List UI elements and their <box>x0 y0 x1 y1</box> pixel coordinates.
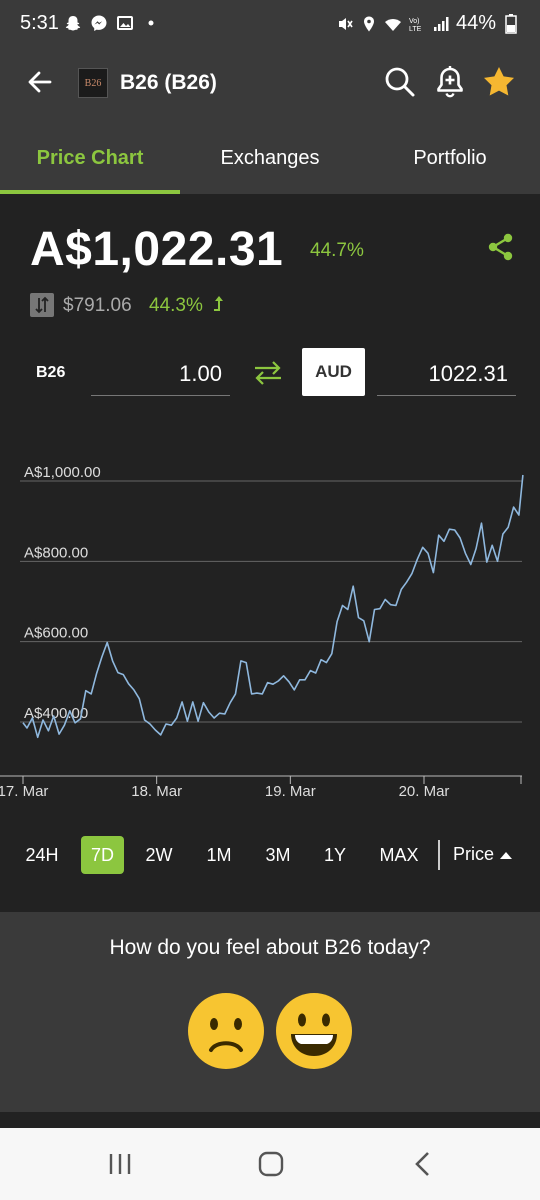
usd-change-percent: 44.3% <box>149 295 203 316</box>
sentiment-question: How do you feel about B26 today? <box>109 936 431 959</box>
happy-face-icon[interactable] <box>275 992 353 1070</box>
current-price: A$1,022.31 <box>30 223 284 276</box>
share-icon[interactable] <box>486 232 516 262</box>
y-tick-label: A$1,000.00 <box>24 464 101 481</box>
range-7d[interactable]: 7D <box>81 836 124 874</box>
tab-portfolio[interactable]: Portfolio <box>360 122 540 194</box>
search-icon[interactable] <box>382 64 418 100</box>
page-title: B26 (B26) <box>120 71 217 94</box>
range-divider <box>438 840 440 870</box>
messenger-icon <box>90 14 108 32</box>
coin-logo: B26 <box>78 68 108 98</box>
range-max[interactable]: MAX <box>372 836 426 874</box>
price-series-line <box>22 474 524 739</box>
currency-toggle-icon[interactable] <box>30 293 54 317</box>
x-tick-label: 17. Mar <box>0 783 48 800</box>
sad-face-icon[interactable] <box>187 992 265 1070</box>
x-tick-label: 20. Mar <box>399 783 450 800</box>
app-bar: B26 B26 (B26) <box>0 44 540 122</box>
range-1m[interactable]: 1M <box>198 836 240 874</box>
trend-up-icon <box>212 294 226 314</box>
volte-icon: Vo) LTE <box>408 15 426 33</box>
snapchat-icon <box>64 14 82 32</box>
home-icon[interactable] <box>251 1148 291 1180</box>
price-chart[interactable]: A$1,000.00A$800.00A$600.00A$400.0017. Ma… <box>0 440 540 810</box>
caret-up-icon <box>500 851 513 859</box>
x-tick-label: 18. Mar <box>131 783 182 800</box>
dot-icon <box>142 14 160 32</box>
status-system-icons: Vo) LTE 44% <box>336 12 520 35</box>
battery-icon <box>502 13 520 34</box>
range-1y[interactable]: 1Y <box>315 836 355 874</box>
add-alert-icon[interactable] <box>432 64 468 100</box>
range-2w[interactable]: 2W <box>138 836 180 874</box>
y-tick-label: A$600.00 <box>24 625 88 642</box>
swap-arrows-icon[interactable] <box>252 358 284 388</box>
signal-icon <box>432 15 450 33</box>
usd-price: $791.06 <box>63 295 132 316</box>
back-icon[interactable] <box>403 1148 443 1180</box>
status-bar: 5:31 Vo) LTE 44% <box>0 0 540 44</box>
converter-amount-input[interactable]: 1.00 <box>91 352 230 396</box>
y-tick-label: A$800.00 <box>24 544 88 561</box>
battery-percent: 44% <box>455 12 496 34</box>
status-notification-icons <box>64 14 160 32</box>
tab-bar: Price Chart Exchanges Portfolio <box>0 122 540 194</box>
recent-apps-icon[interactable] <box>100 1148 140 1180</box>
range-selector: 24H 7D 2W 1M 3M 1Y MAX Price <box>0 832 540 878</box>
currency-select-button[interactable]: AUD <box>302 348 365 396</box>
converter-symbol: B26 <box>36 364 66 381</box>
svg-text:LTE: LTE <box>409 26 422 33</box>
location-icon <box>360 15 378 33</box>
mute-icon <box>336 15 354 33</box>
tab-price-chart[interactable]: Price Chart <box>0 122 180 194</box>
wifi-icon <box>384 15 402 33</box>
star-icon[interactable] <box>481 64 517 100</box>
range-24h[interactable]: 24H <box>18 836 66 874</box>
status-time: 5:31 <box>20 12 59 34</box>
svg-text:Vo): Vo) <box>409 18 420 25</box>
converter-result-input[interactable]: 1022.31 <box>377 352 516 396</box>
back-arrow-icon[interactable] <box>22 64 58 100</box>
gallery-icon <box>116 14 134 32</box>
range-3m[interactable]: 3M <box>256 836 300 874</box>
price-change-percent: 44.7% <box>310 240 364 261</box>
system-nav-bar <box>0 1128 540 1200</box>
chart-mode-label: Price <box>453 844 495 864</box>
x-tick-label: 19. Mar <box>265 783 316 800</box>
sentiment-panel: How do you feel about B26 today? <box>0 912 540 1112</box>
tab-exchanges[interactable]: Exchanges <box>180 122 360 194</box>
chart-mode-dropdown[interactable]: Price <box>453 844 513 865</box>
